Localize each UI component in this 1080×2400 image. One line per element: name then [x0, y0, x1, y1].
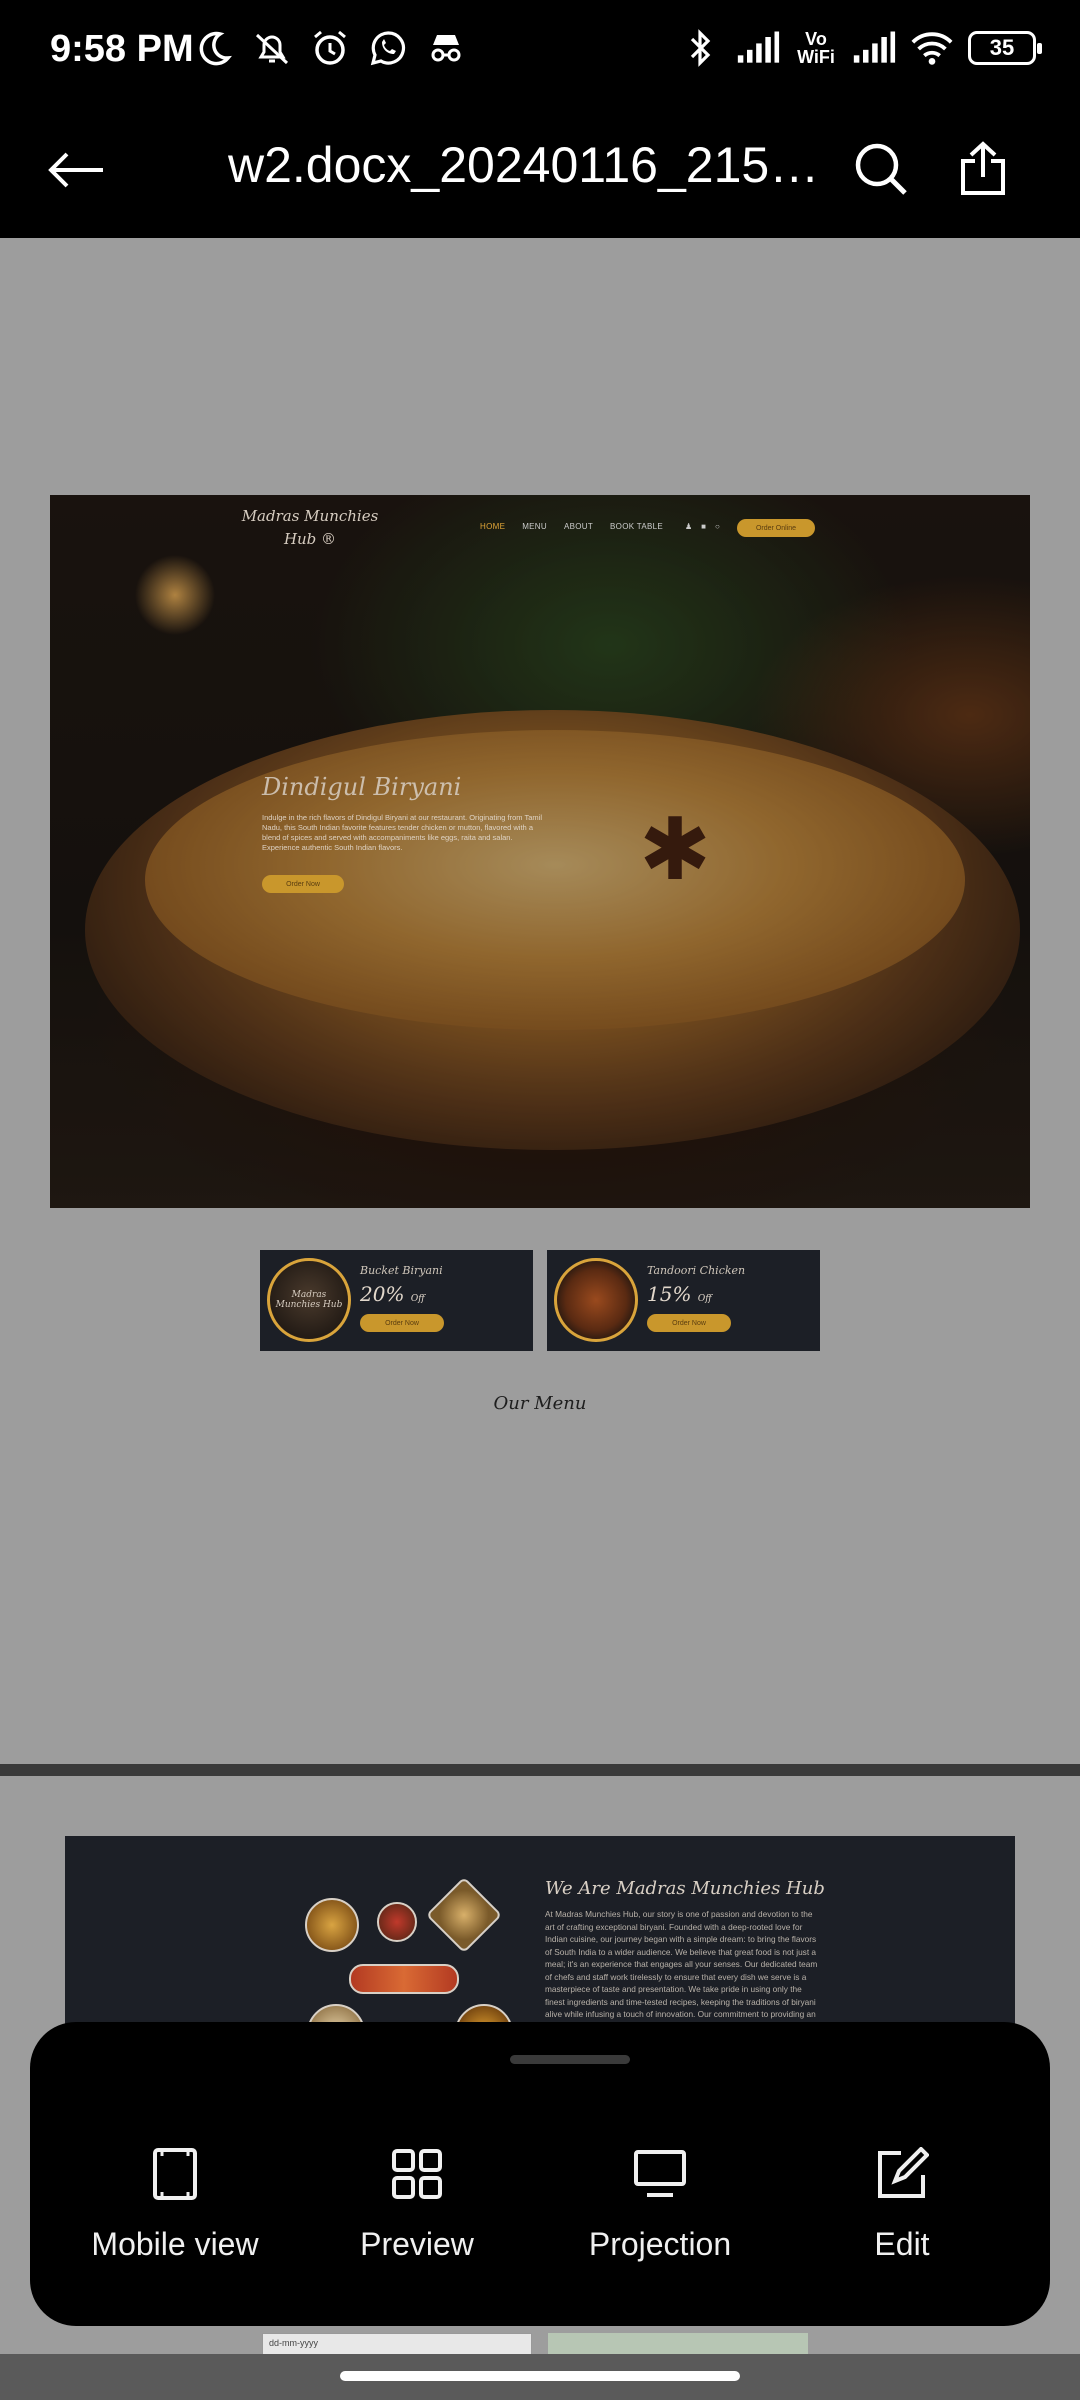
home-gesture-bar[interactable] — [340, 2371, 740, 2381]
vowifi-line1: Vo — [805, 29, 827, 49]
vowifi-line2: WiFi — [797, 47, 835, 67]
search-icon — [855, 143, 907, 195]
hero-order-now-button: Order Now — [262, 875, 344, 893]
offer-percent-value: 20% — [360, 1282, 405, 1306]
site-logo: Madras Munchies Hub ® — [241, 507, 379, 548]
share-icon — [961, 141, 1005, 195]
signal-icon — [736, 26, 780, 70]
offer-suffix: Off — [410, 1294, 425, 1304]
whatsapp-icon — [366, 26, 410, 70]
hero-body-text: Indulge in the rich flavors of Dindigul … — [262, 813, 542, 852]
offer-suffix: Off — [697, 1294, 712, 1304]
mobile-view-label: Mobile view — [91, 2226, 259, 2262]
offer-percent-value: 15% — [647, 1282, 692, 1306]
moon-icon — [192, 26, 236, 70]
preview-button[interactable]: Preview — [302, 2144, 532, 2263]
page-separator — [0, 1764, 1080, 1776]
nav-book-table: BOOK TABLE — [610, 522, 663, 531]
offer-percent: 15% Off — [647, 1282, 712, 1306]
nav-about: ABOUT — [563, 522, 594, 531]
alarm-icon — [308, 26, 352, 70]
about-title: We Are Madras Munchies Hub — [545, 1878, 825, 1899]
edit-icon — [872, 2144, 932, 2204]
wifi-icon — [910, 26, 954, 70]
document-title: w2.docx_20240116_2155... — [228, 137, 838, 193]
drag-handle[interactable] — [510, 2055, 630, 2064]
incognito-icon — [424, 26, 468, 70]
offer-order-button: Order Now — [647, 1314, 731, 1332]
offer-name: Tandoori Chicken — [647, 1264, 746, 1277]
offer-card-tandoori-chicken: Tandoori Chicken 15% Off Order Now — [547, 1250, 820, 1351]
battery-icon: 35 — [968, 31, 1042, 65]
hero-image: ✱ Madras Munchies Hub ® HOME MENU ABOUT … — [50, 495, 1030, 1208]
battery-level: 35 — [989, 35, 1015, 60]
projection-button[interactable]: Projection — [545, 2144, 775, 2263]
cart-icon: ■ — [701, 522, 707, 531]
vowifi-icon: Vo WiFi — [794, 26, 838, 70]
offer-card-bucket-biryani: Madras Munchies Hub Bucket Biryani 20% O… — [260, 1250, 533, 1351]
our-menu-heading: Our Menu — [493, 1393, 587, 1414]
edit-label: Edit — [874, 2226, 930, 2262]
status-time: 9:58 PM — [50, 28, 194, 70]
projection-label: Projection — [588, 2226, 732, 2262]
preview-label: Preview — [360, 2226, 474, 2262]
offer-image: Madras Munchies Hub — [267, 1258, 351, 1342]
offer-percent: 20% Off — [360, 1282, 425, 1306]
user-icon: ♟ — [685, 522, 693, 531]
arrow-left-icon — [48, 152, 103, 188]
mobile-view-button[interactable]: Mobile view — [60, 2144, 290, 2263]
bottom-action-sheet: Mobile view Preview Projection Edit — [30, 2022, 1050, 2326]
bluetooth-icon — [678, 26, 722, 70]
bell-off-icon — [250, 26, 294, 70]
status-icons-left — [192, 26, 468, 70]
monitor-icon — [630, 2144, 690, 2204]
nav-menu: MENU — [522, 522, 547, 531]
offer-name: Bucket Biryani — [360, 1264, 443, 1277]
offer-image — [554, 1258, 638, 1342]
edit-button[interactable]: Edit — [787, 2144, 1017, 2263]
offer-order-button: Order Now — [360, 1314, 444, 1332]
signal-icon — [852, 26, 896, 70]
hero-heading: Dindigul Biryani — [262, 773, 462, 801]
share-button[interactable] — [944, 130, 1022, 208]
nav-home: HOME — [480, 522, 506, 531]
mobile-view-icon — [145, 2144, 205, 2204]
order-online-button: Order Online — [737, 519, 815, 537]
site-nav-icons: ♟ ■ ○ — [685, 522, 720, 531]
site-nav: HOME MENU ABOUT BOOK TABLE — [480, 522, 663, 531]
system-nav-bar — [0, 2354, 1080, 2400]
status-icons-right: Vo WiFi 35 — [678, 26, 1042, 70]
about-text: At Madras Munchies Hub, our story is one… — [545, 1909, 818, 2032]
document-page-1: ✱ Madras Munchies Hub ® HOME MENU ABOUT … — [0, 238, 1080, 1764]
app-bar: w2.docx_20240116_2155... — [0, 100, 1080, 238]
status-bar: 9:58 PM Vo WiFi 35 — [0, 0, 1080, 100]
grid-icon — [387, 2144, 447, 2204]
search-icon: ○ — [715, 522, 720, 531]
search-button[interactable] — [842, 130, 920, 208]
back-button[interactable] — [36, 130, 116, 210]
